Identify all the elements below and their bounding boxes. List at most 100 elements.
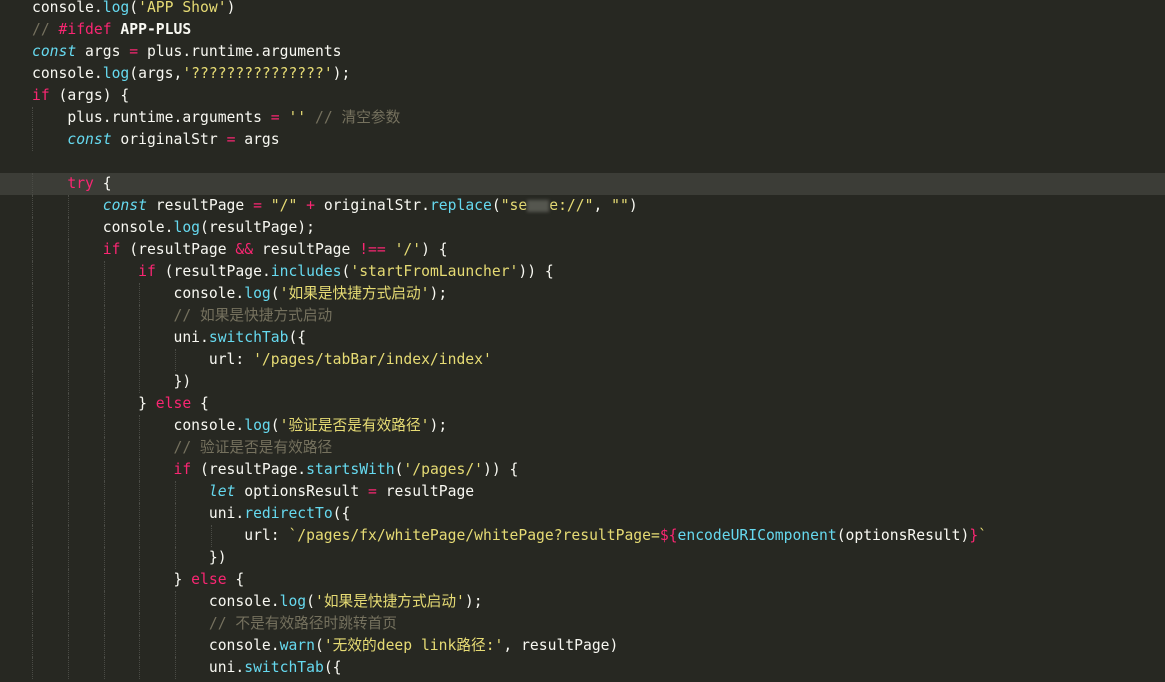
indent-guide: [103, 459, 106, 481]
code-line[interactable]: const args = plus.runtime.arguments: [0, 41, 1165, 63]
code-line[interactable]: } else {: [0, 569, 1165, 591]
indent-guide: [67, 591, 70, 613]
code-token: resultPage: [253, 241, 360, 258]
code-token: e://": [549, 197, 594, 214]
indent-guide: [32, 283, 34, 305]
indent-guide: [139, 547, 141, 569]
code-token: else: [191, 571, 227, 588]
code-line[interactable]: console.log(args,'???????????????');: [0, 63, 1165, 85]
code-token: (resultPage: [191, 461, 298, 478]
code-token: `: [978, 527, 988, 544]
indent-guide: [139, 459, 141, 481]
indent-guide: [32, 261, 34, 283]
code-line[interactable]: url: `/pages/fx/whitePage/whitePage?resu…: [0, 525, 1165, 547]
code-line[interactable]: uni.switchTab({: [0, 327, 1165, 349]
indent-guide: [175, 481, 177, 503]
indent-guide: [32, 217, 34, 239]
code-line[interactable]: console.log('验证是否是有效路径');: [0, 415, 1165, 437]
code-line[interactable]: try {: [0, 173, 1165, 195]
code-line[interactable]: // 验证是否是有效路径: [0, 437, 1165, 459]
code-line[interactable]: }): [0, 547, 1165, 569]
indent-guide: [67, 569, 70, 591]
indent-guide: [103, 547, 106, 569]
code-line[interactable]: // 不是有效路径时跳转首页: [0, 613, 1165, 635]
code-token: `/pages/fx/whitePage/whitePage?resultPag…: [288, 527, 660, 544]
code-line[interactable]: uni.switchTab({: [0, 657, 1165, 679]
indent-guide: [103, 569, 106, 591]
indent-guide: [175, 635, 177, 657]
code-line[interactable]: console.log(resultPage);: [0, 217, 1165, 239]
code-token: '如果是快捷方式启动': [279, 285, 430, 302]
code-token: (args,: [129, 65, 183, 82]
code-editor[interactable]: console.log('APP Show')// #ifdef APP-PLU…: [0, 0, 1165, 682]
indent-guide: [139, 349, 141, 371]
indent-guide: [32, 305, 34, 327]
indent-guide: [175, 613, 177, 635]
code-token: ({: [323, 659, 342, 676]
code-token: plus.runtime.arguments: [32, 109, 271, 126]
indent-guide: [139, 503, 141, 525]
code-token: =: [253, 197, 262, 214]
indent-guide: [139, 283, 141, 305]
code-token: {: [226, 571, 245, 588]
code-token: APP-PLUS: [111, 21, 192, 38]
code-line[interactable]: let optionsResult = resultPage: [0, 481, 1165, 503]
indent-guide: [139, 481, 141, 503]
code-line[interactable]: if (args) {: [0, 85, 1165, 107]
indent-guide: [175, 657, 177, 679]
code-token: ): [226, 0, 236, 16]
code-line[interactable]: console.log('APP Show'): [0, 0, 1165, 19]
indent-guide: [103, 657, 106, 679]
code-token: switchTab: [208, 329, 289, 346]
code-token: (: [270, 417, 280, 434]
code-token: uni: [32, 329, 201, 346]
code-token: );: [464, 593, 483, 610]
code-line[interactable]: if (resultPage && resultPage !== '/') {: [0, 239, 1165, 261]
indent-guide: [103, 591, 106, 613]
code-token: '/': [394, 241, 422, 258]
code-token: args: [235, 131, 280, 148]
code-line[interactable]: } else {: [0, 393, 1165, 415]
indent-guide: [175, 349, 177, 371]
indent-guide: [103, 393, 106, 415]
code-line[interactable]: console.log('如果是快捷方式启动');: [0, 283, 1165, 305]
code-token: originalStr: [315, 197, 422, 214]
code-token: .: [93, 0, 103, 16]
code-token: ) {: [421, 241, 448, 258]
code-token: log: [173, 219, 201, 236]
indent-guide: [67, 415, 70, 437]
code-line[interactable]: const resultPage = "/" + originalStr.rep…: [0, 195, 1165, 217]
code-line[interactable]: // 如果是快捷方式启动: [0, 305, 1165, 327]
code-token: const: [102, 197, 147, 214]
code-token: switchTab: [244, 659, 324, 676]
code-line[interactable]: url: '/pages/tabBar/index/index': [0, 349, 1165, 371]
code-line[interactable]: console.log('如果是快捷方式启动');: [0, 591, 1165, 613]
indent-guide: [67, 547, 70, 569]
indent-guide: [139, 657, 141, 679]
code-line[interactable]: if (resultPage.startsWith('/pages/')) {: [0, 459, 1165, 481]
code-line[interactable]: // #ifdef APP-PLUS: [0, 19, 1165, 41]
code-token: !==: [359, 241, 386, 258]
code-token: (args) {: [49, 87, 130, 104]
indent-guide: [67, 195, 70, 217]
code-token: (: [491, 197, 501, 214]
code-token: , resultPage): [503, 637, 619, 654]
code-line[interactable]: uni.redirectTo({: [0, 503, 1165, 525]
code-token: log: [279, 593, 307, 610]
code-line[interactable]: }): [0, 371, 1165, 393]
indent-guide: [139, 437, 141, 459]
code-token: args: [76, 43, 130, 60]
code-line[interactable]: if (resultPage.includes('startFromLaunch…: [0, 261, 1165, 283]
indent-guide: [211, 525, 213, 547]
indent-guide: [67, 393, 70, 415]
indent-guide: [103, 613, 106, 635]
code-token: .: [297, 461, 307, 478]
code-token: //: [32, 21, 59, 38]
code-line[interactable]: plus.runtime.arguments = '' // 清空参数: [0, 107, 1165, 129]
code-line[interactable]: console.warn('无效的deep link路径:', resultPa…: [0, 635, 1165, 657]
code-token: }): [32, 373, 192, 390]
code-line[interactable]: const originalStr = args: [0, 129, 1165, 151]
code-line[interactable]: [0, 151, 1165, 173]
